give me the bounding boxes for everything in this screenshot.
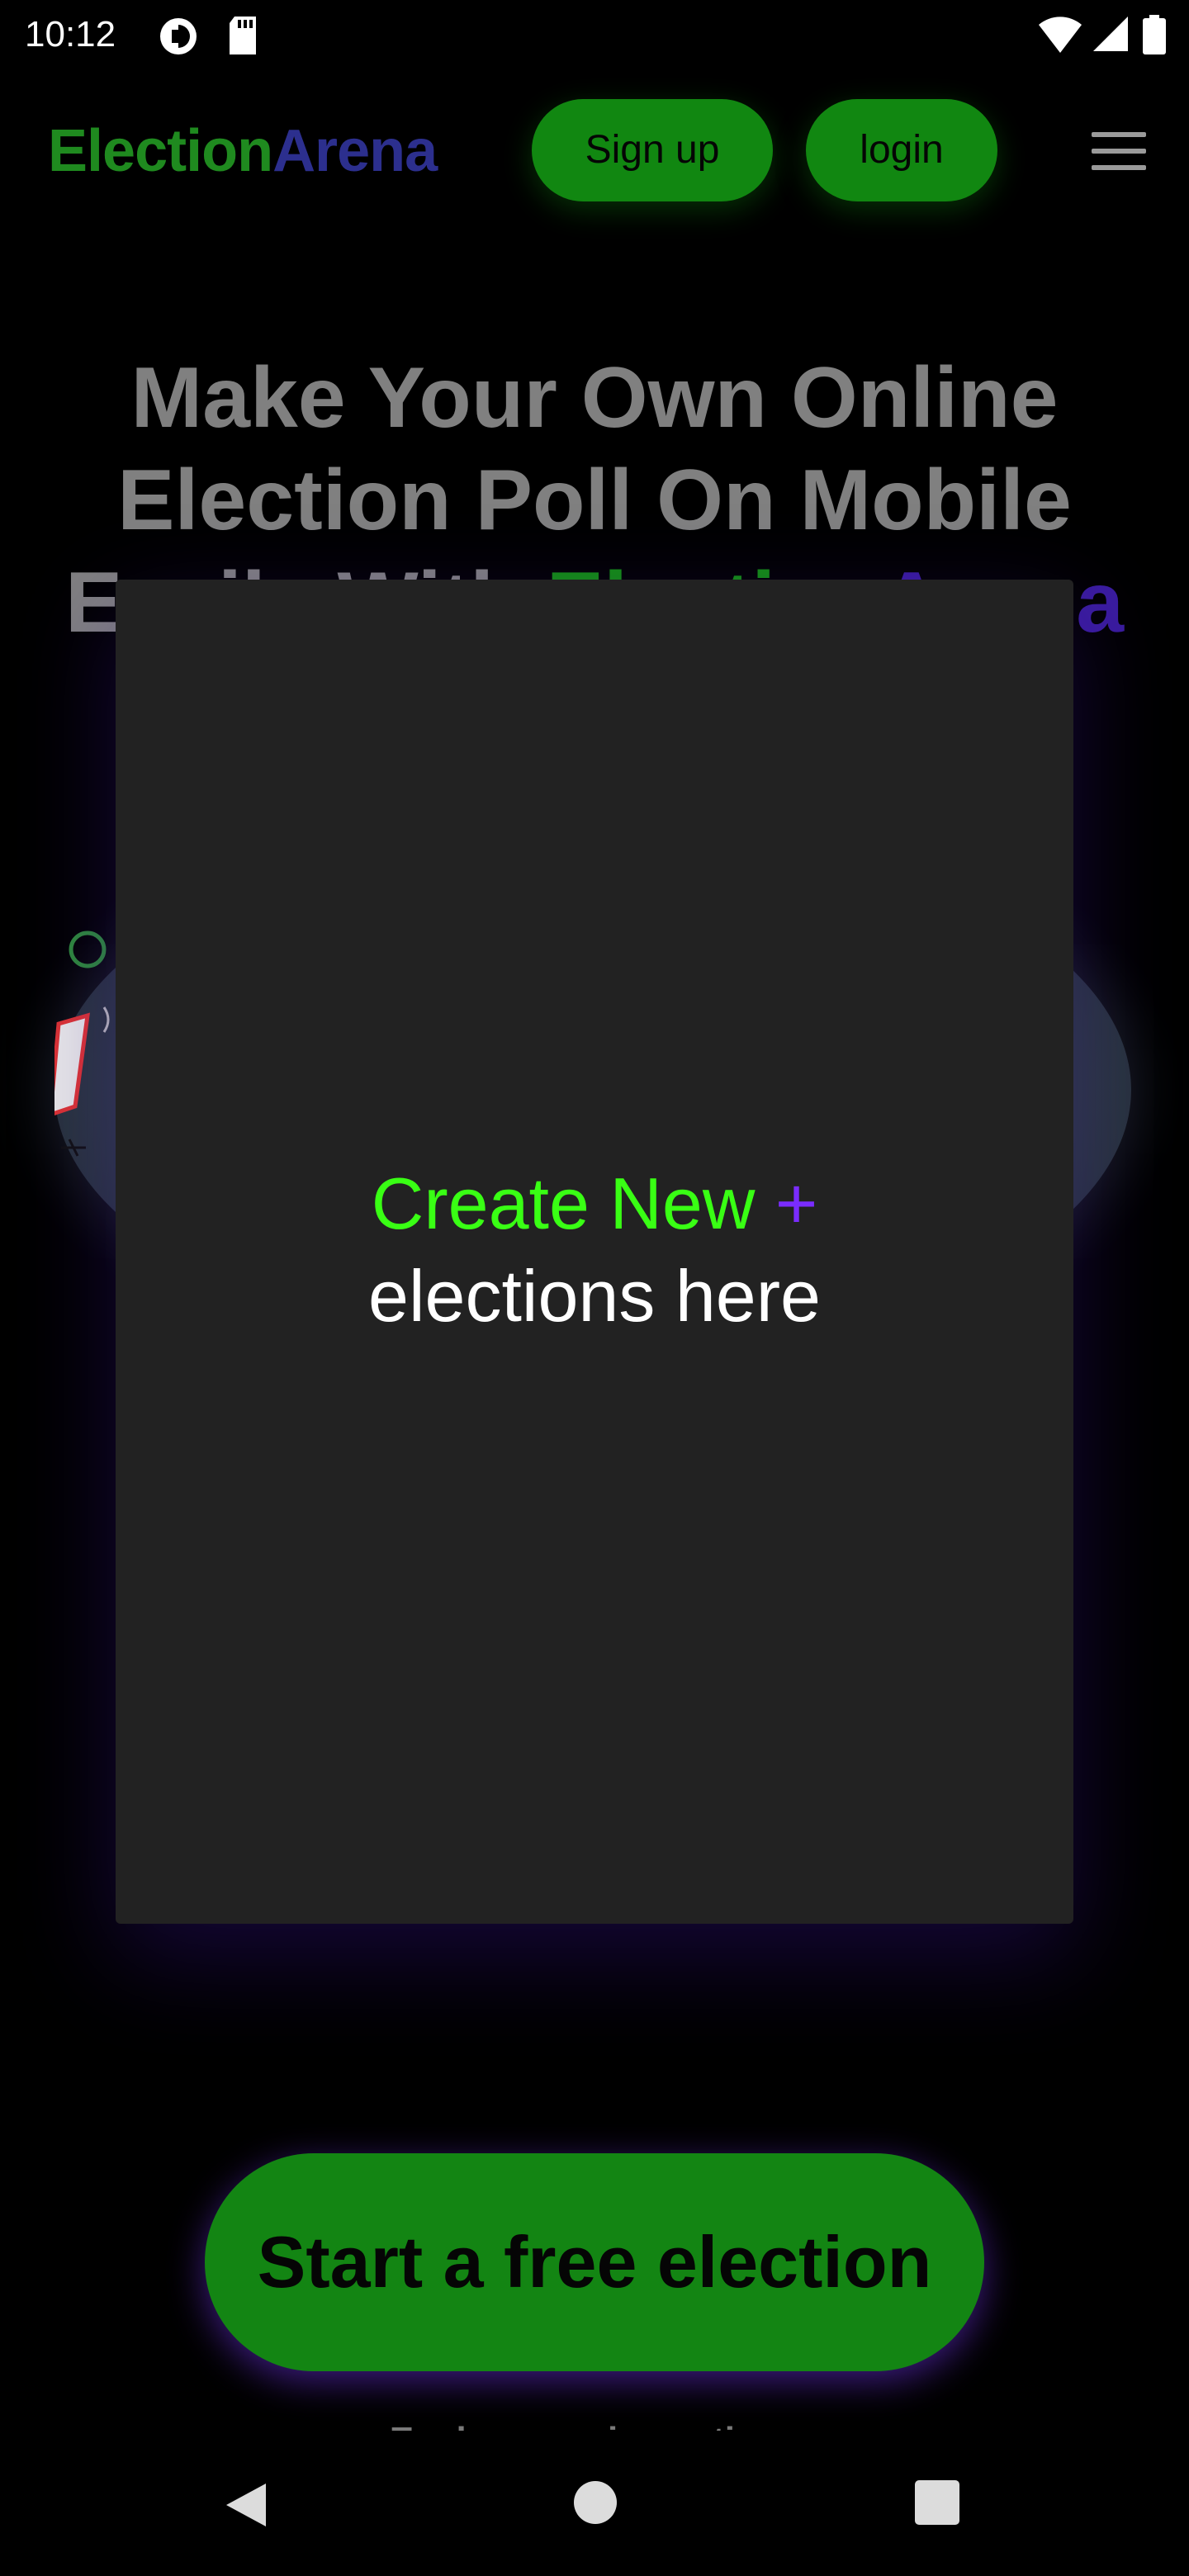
home-icon[interactable]	[573, 2480, 618, 2525]
back-icon[interactable]	[223, 2480, 269, 2530]
battery-icon	[1143, 15, 1166, 54]
system-navigation-bar	[0, 2431, 1189, 2576]
wifi-icon	[1039, 17, 1082, 53]
brand-part-arena: Arena	[272, 118, 438, 184]
recents-icon[interactable]	[915, 2480, 959, 2525]
hero-line-1: Make Your Own Online	[130, 350, 1059, 446]
brand-part-election: Election	[48, 118, 273, 184]
notification-circle-icon	[160, 18, 197, 54]
signup-button[interactable]: Sign up	[532, 99, 773, 201]
plus-icon: +	[775, 1163, 818, 1244]
create-election-text: Create New + elections here	[116, 1158, 1073, 1342]
sd-card-icon	[230, 17, 256, 54]
hamburger-menu-icon[interactable]	[1092, 132, 1146, 170]
start-free-election-button[interactable]: Start a free election	[205, 2153, 984, 2371]
login-button[interactable]: login	[806, 99, 997, 201]
create-election-card[interactable]: Create New + elections here	[116, 580, 1073, 1924]
create-new-label: Create New	[371, 1163, 756, 1244]
status-time: 10:12	[25, 14, 116, 54]
brand-logo[interactable]: ElectionArena	[48, 114, 438, 188]
cell-signal-icon	[1093, 17, 1128, 51]
status-bar: 10:12	[0, 0, 1189, 69]
elections-here-label: elections here	[368, 1255, 821, 1337]
hero-line-2: Election Poll On Mobile	[117, 452, 1072, 548]
